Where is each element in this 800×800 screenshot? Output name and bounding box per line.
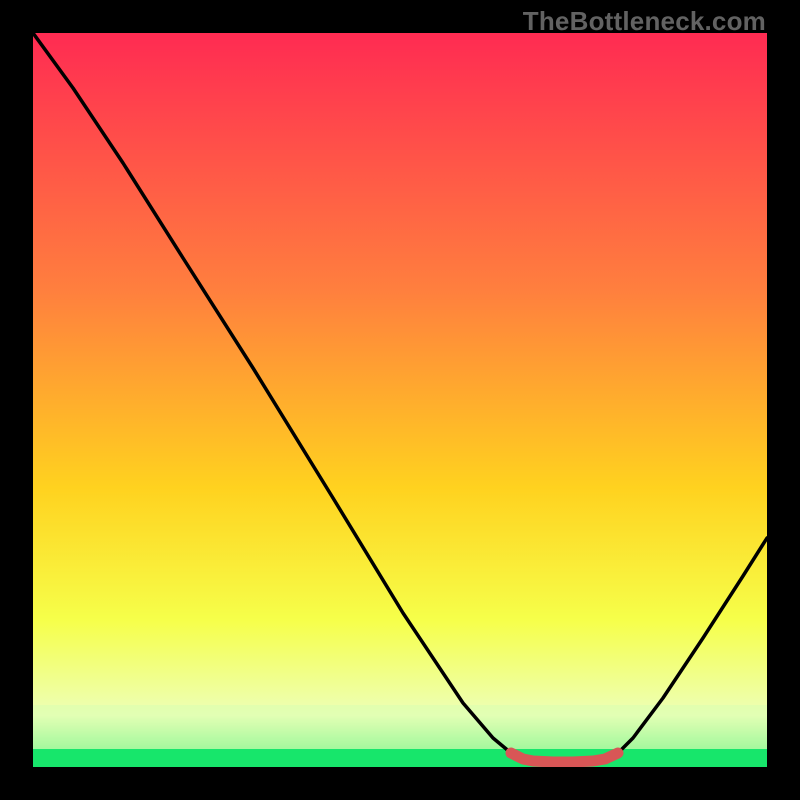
chart-frame: TheBottleneck.com — [0, 0, 800, 800]
chart-plot-area — [33, 33, 767, 767]
green-baseline — [33, 749, 767, 767]
watermark-text: TheBottleneck.com — [523, 6, 766, 37]
light-band — [33, 705, 767, 749]
gradient-background — [33, 33, 767, 767]
bottleneck-chart — [33, 33, 767, 767]
